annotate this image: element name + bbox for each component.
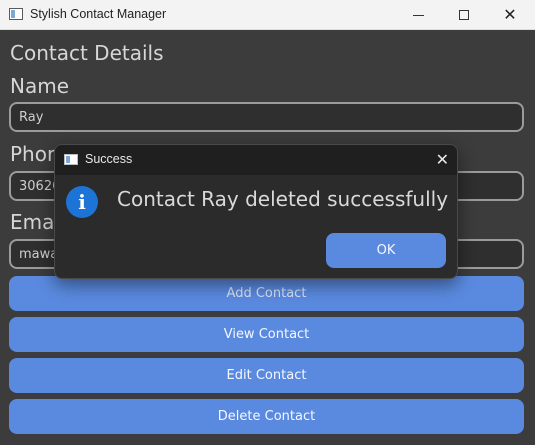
name-field[interactable]: Ray: [9, 102, 524, 132]
add-contact-button[interactable]: Add Contact: [9, 276, 524, 311]
success-dialog: Success ✕ i Contact Ray deleted successf…: [54, 144, 458, 279]
dialog-app-icon: [64, 154, 78, 165]
window-title: Stylish Contact Manager: [30, 7, 167, 21]
dialog-title: Success: [85, 152, 133, 166]
edit-contact-button[interactable]: Edit Contact: [9, 358, 524, 393]
dialog-close-icon[interactable]: ✕: [436, 150, 449, 169]
dialog-titlebar: Success ✕: [55, 145, 457, 175]
minimize-button[interactable]: [395, 0, 441, 30]
view-contact-button[interactable]: View Contact: [9, 317, 524, 352]
close-button[interactable]: ✕: [487, 0, 533, 30]
name-field-value: Ray: [19, 109, 44, 125]
app-icon: [9, 8, 23, 20]
delete-contact-button[interactable]: Delete Contact: [9, 399, 524, 434]
maximize-button[interactable]: [441, 0, 487, 30]
name-label: Name: [10, 74, 70, 98]
dialog-message: Contact Ray deleted successfully: [117, 187, 449, 211]
minimize-icon: [412, 14, 424, 16]
close-icon: ✕: [503, 5, 517, 24]
info-icon: i: [66, 186, 98, 218]
contact-details-heading: Contact Details: [10, 41, 164, 65]
email-field-value: mawa: [19, 246, 59, 262]
window-titlebar: Stylish Contact Manager ✕: [0, 0, 535, 30]
ok-button[interactable]: OK: [326, 233, 446, 268]
maximize-icon: [459, 10, 469, 20]
